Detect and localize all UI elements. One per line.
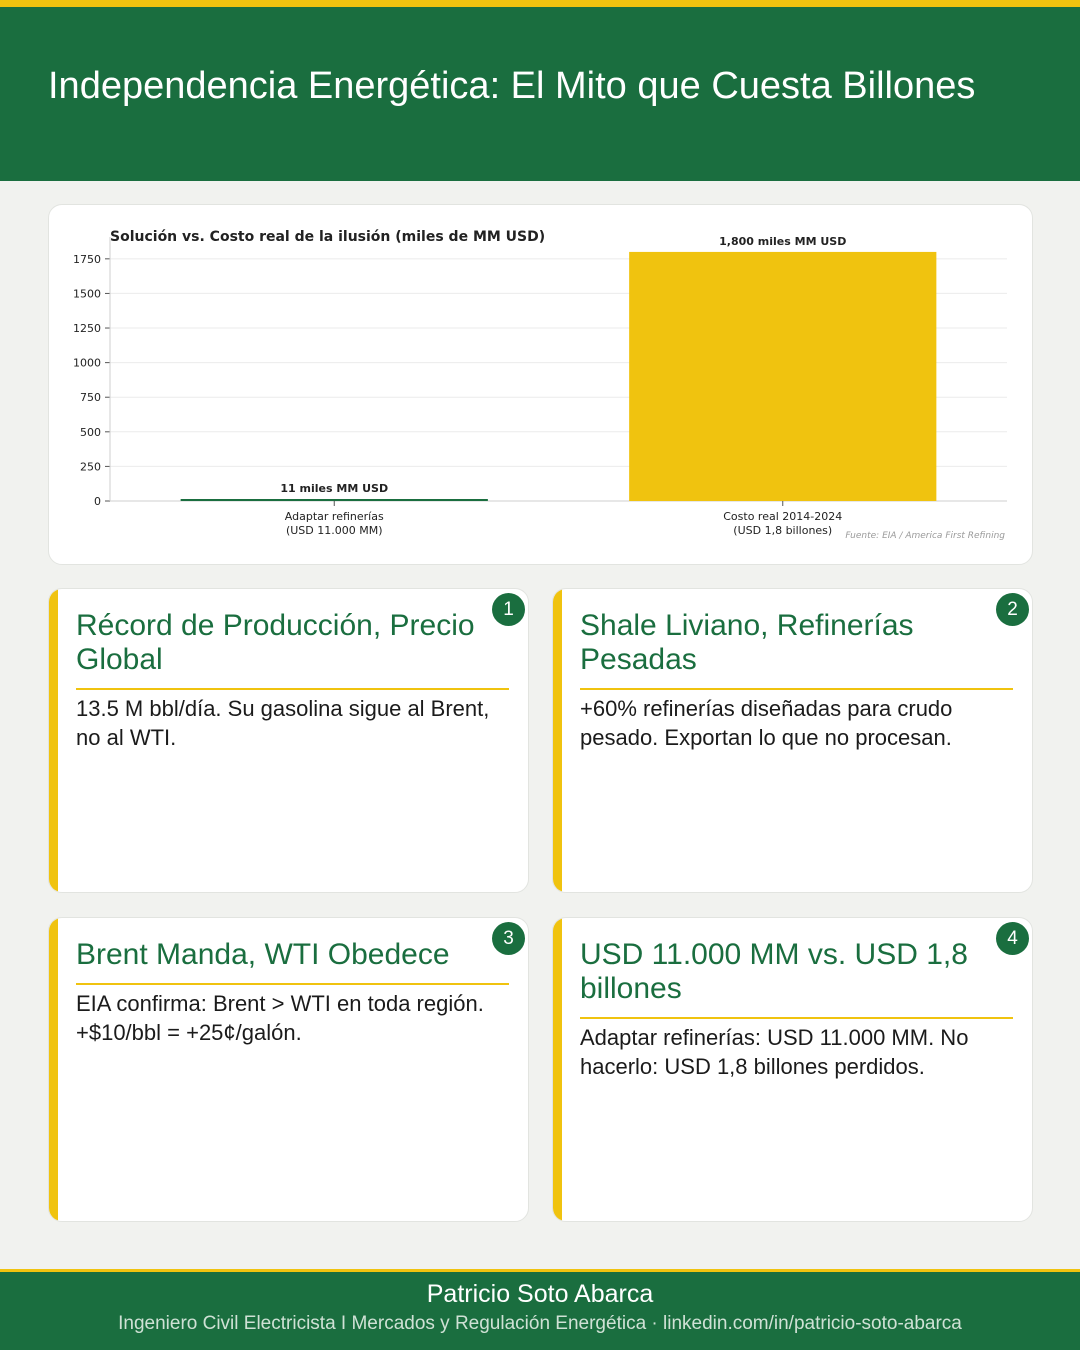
- card-title: Récord de Producción, Precio Global: [76, 609, 475, 676]
- card-divider: [76, 688, 509, 690]
- card-divider: [76, 983, 509, 985]
- card-divider: [580, 688, 1013, 690]
- card-4: 4 USD 11.000 MM vs. USD 1,8 billones Ada…: [552, 917, 1033, 1222]
- card-3: 3 Brent Manda, WTI Obedece EIA confirma:…: [48, 917, 529, 1222]
- card-body: 13.5 M bbl/día. Su gasolina sigue al Bre…: [76, 696, 490, 750]
- bar: [180, 499, 488, 501]
- y-tick-label: 1750: [73, 253, 101, 266]
- card-body: Adaptar refinerías: USD 11.000 MM. No ha…: [580, 1025, 969, 1079]
- y-tick-label: 750: [80, 391, 101, 404]
- x-tick-label: (USD 11.000 MM): [286, 524, 383, 537]
- card-number-badge: 4: [996, 922, 1029, 955]
- page-title: Independencia Energética: El Mito que Cu…: [48, 65, 976, 107]
- card-title: USD 11.000 MM vs. USD 1,8 billones: [580, 938, 968, 1005]
- card-number-badge: 2: [996, 593, 1029, 626]
- x-tick-label: Adaptar refinerías: [285, 510, 384, 523]
- card-title: Brent Manda, WTI Obedece: [76, 938, 450, 971]
- chart-title: Solución vs. Costo real de la ilusión (m…: [110, 229, 545, 245]
- bar-chart: Solución vs. Costo real de la ilusión (m…: [73, 229, 1007, 541]
- header-banner: Independencia Energética: El Mito que Cu…: [0, 0, 1080, 181]
- chart-source-note: Fuente: EIA / America First Refining: [845, 531, 1005, 541]
- card-2: 2 Shale Liviano, Refinerías Pesadas +60%…: [552, 588, 1033, 893]
- card-accent-bar: [49, 918, 58, 1221]
- y-tick-label: 250: [80, 460, 101, 473]
- x-tick-label: Costo real 2014-2024: [723, 510, 842, 523]
- bar-data-label: 11 miles MM USD: [280, 482, 388, 495]
- card-accent-bar: [553, 918, 562, 1221]
- y-tick-label: 1000: [73, 357, 101, 370]
- y-tick-label: 0: [94, 495, 101, 508]
- y-tick-label: 500: [80, 426, 101, 439]
- card-body: +60% refinerías diseñadas para crudo pes…: [580, 696, 953, 750]
- card-accent-bar: [553, 589, 562, 892]
- card-divider: [580, 1017, 1013, 1019]
- author-name: Patricio Soto Abarca: [426, 1280, 654, 1308]
- y-tick-label: 1500: [73, 287, 101, 300]
- card-number-badge: 3: [492, 922, 525, 955]
- card-1: 1 Récord de Producción, Precio Global 13…: [48, 588, 529, 893]
- footer: Patricio Soto Abarca Ingeniero Civil Ele…: [0, 1269, 1080, 1350]
- chart-card: Solución vs. Costo real de la ilusión (m…: [48, 204, 1033, 565]
- bar: [629, 251, 937, 501]
- bar-data-label: 1,800 miles MM USD: [719, 235, 846, 248]
- author-subtitle: Ingeniero Civil Electricista I Mercados …: [118, 1313, 962, 1334]
- card-body: EIA confirma: Brent > WTI en toda región…: [76, 991, 484, 1045]
- card-number-badge: 1: [492, 593, 525, 626]
- card-title: Shale Liviano, Refinerías Pesadas: [580, 609, 914, 676]
- x-tick-label: (USD 1,8 billones): [733, 524, 832, 537]
- y-tick-label: 1250: [73, 322, 101, 335]
- card-accent-bar: [49, 589, 58, 892]
